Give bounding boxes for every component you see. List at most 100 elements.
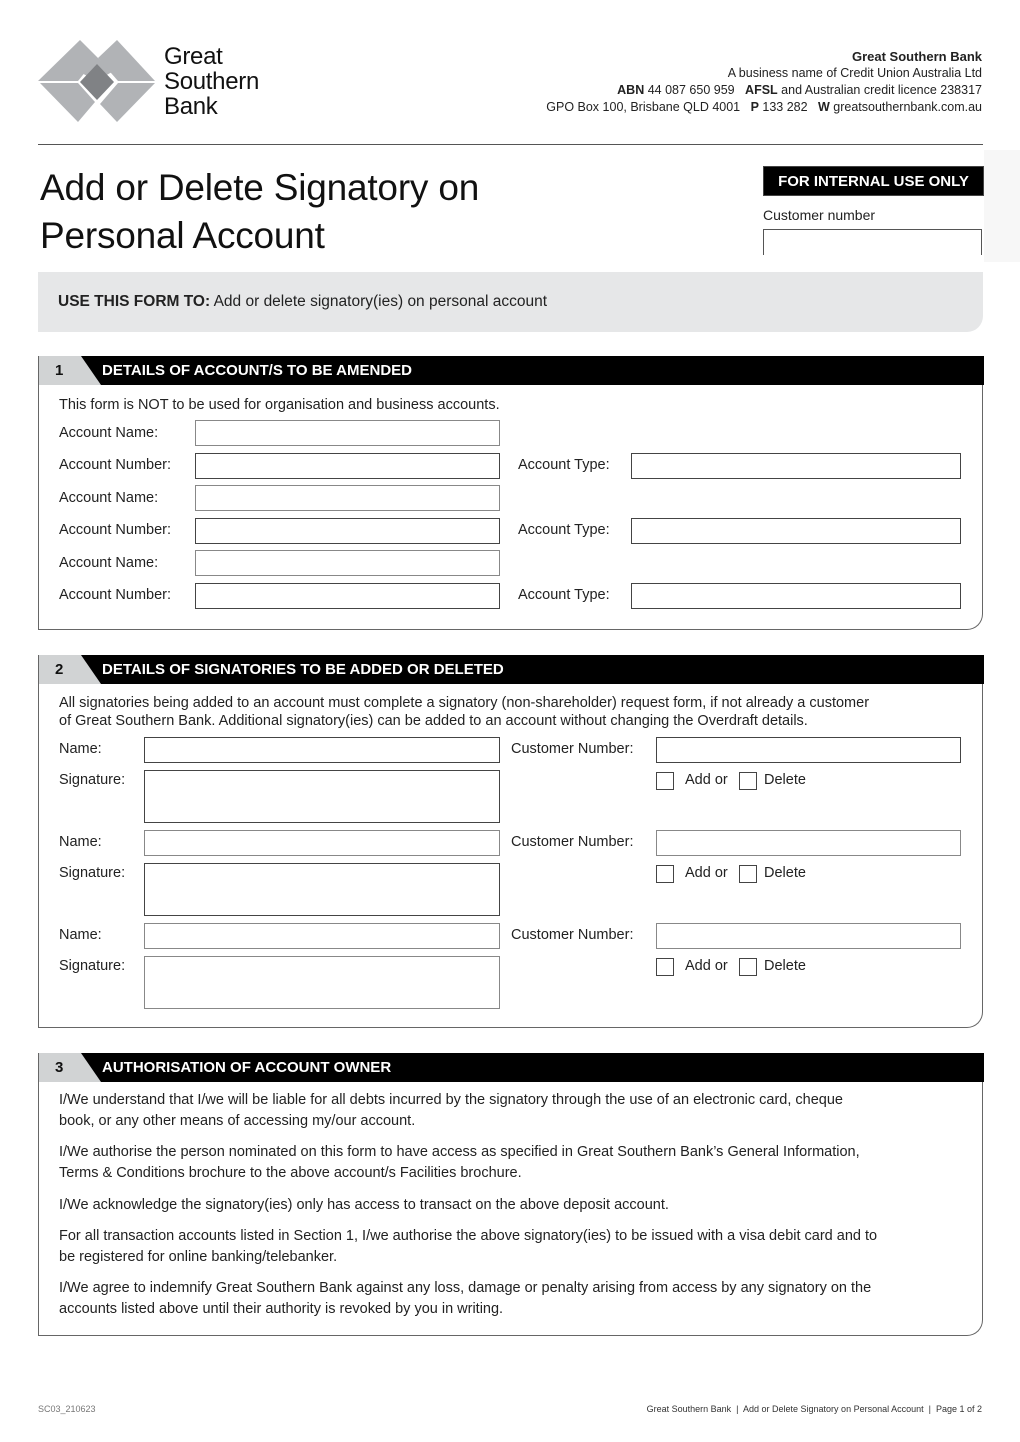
customer-number-label: Customer Number: [511, 741, 634, 757]
internal-use-badge: FOR INTERNAL USE ONLY [763, 166, 984, 196]
add-label: Add or [685, 865, 728, 881]
signatory-1-signature-box[interactable] [144, 770, 500, 823]
delete-label: Delete [764, 958, 806, 974]
section-2-title: DETAILS OF SIGNATORIES TO BE ADDED OR DE… [102, 661, 504, 678]
section-1-header: 1 DETAILS OF ACCOUNT/S TO BE AMENDED [39, 356, 984, 385]
signatory-2-signature-box[interactable] [144, 863, 500, 916]
section-2-number: 2 [55, 661, 64, 678]
form-code: SC03_210623 [38, 1404, 96, 1414]
account-type-label: Account Type: [518, 457, 610, 473]
title-line-1: Add or Delete Signatory on [40, 167, 480, 208]
section-2-note-line-1: All signatories being added to an accoun… [59, 695, 870, 711]
use-form-text: Add or delete signatory(ies) on personal… [210, 293, 548, 310]
signatory-1-delete-checkbox[interactable] [739, 772, 757, 790]
account-number-label: Account Number: [59, 522, 172, 538]
account-3-name-field[interactable] [195, 550, 500, 576]
account-number-label: Account Number: [59, 587, 172, 603]
page-title: Add or Delete Signatory on Personal Acco… [40, 164, 479, 260]
signatory-2-name-field[interactable] [144, 830, 500, 856]
section-3-authorisation: 3 AUTHORISATION OF ACCOUNT OWNER I/We un… [38, 1053, 984, 1336]
logo-wordmark: Great Southern Bank [164, 44, 259, 119]
section-3-number: 3 [55, 1059, 64, 1076]
delete-label: Delete [764, 865, 806, 881]
account-1-name-field[interactable] [195, 420, 500, 446]
signature-label: Signature: [59, 958, 126, 974]
section-1-accounts: 1 DETAILS OF ACCOUNT/S TO BE AMENDED Thi… [38, 356, 984, 630]
signatory-3-signature-box[interactable] [144, 956, 500, 1009]
account-1-number-field[interactable] [195, 453, 500, 479]
signatory-3-customer-number-field[interactable] [656, 923, 961, 949]
internal-customer-number-label: Customer number [763, 207, 876, 223]
signatory-1-name-field[interactable] [144, 737, 500, 763]
logo-line-1: Great [164, 43, 223, 70]
signatory-2-add-checkbox[interactable] [656, 865, 674, 883]
org-address: GPO Box 100, Brisbane QLD 4001 [546, 100, 741, 114]
authorisation-paragraph: I/We acknowledge the signatory(ies) only… [59, 1195, 959, 1216]
paragraph-line: accounts listed above until their author… [59, 1301, 504, 1317]
customer-number-label: Customer Number: [511, 927, 634, 943]
signatory-3-delete-checkbox[interactable] [739, 958, 757, 976]
org-business-name: A business name of Credit Union Australi… [727, 66, 982, 80]
account-2-number-field[interactable] [195, 518, 500, 544]
org-details: Great Southern Bank A business name of C… [546, 48, 982, 116]
authorisation-paragraph: For all transaction accounts listed in S… [59, 1226, 959, 1268]
web-label: W [818, 100, 830, 114]
paragraph-line: I/We agree to indemnify Great Southern B… [59, 1280, 872, 1296]
page-footer: Great Southern Bank | Add or Delete Sign… [646, 1404, 982, 1414]
internal-panel-shade [984, 150, 1020, 262]
account-name-label: Account Name: [59, 425, 159, 441]
org-contact-line: GPO Box 100, Brisbane QLD 4001 P 133 282… [546, 99, 982, 116]
signatory-name-label: Name: [59, 927, 102, 943]
signatory-3-add-checkbox[interactable] [656, 958, 674, 976]
section-3-title: AUTHORISATION OF ACCOUNT OWNER [102, 1059, 392, 1076]
section-1-number-tab: 1 [39, 356, 101, 385]
paragraph-line: be registered for online banking/teleban… [59, 1249, 338, 1265]
account-2-name-field[interactable] [195, 485, 500, 511]
abn-value: 44 087 650 959 [644, 83, 735, 97]
paragraph-line: For all transaction accounts listed in S… [59, 1228, 878, 1244]
org-licence-line: ABN 44 087 650 959 AFSL and Australian c… [546, 82, 982, 99]
title-line-2: Personal Account [40, 215, 325, 256]
org-name: Great Southern Bank [851, 49, 982, 64]
account-1-type-field[interactable] [631, 453, 961, 479]
signatory-name-label: Name: [59, 741, 102, 757]
account-2-type-field[interactable] [631, 518, 961, 544]
section-1-title: DETAILS OF ACCOUNT/S TO BE AMENDED [102, 362, 413, 379]
paragraph-line: Terms & Conditions brochure to the above… [59, 1165, 522, 1181]
section-3-number-tab: 3 [39, 1053, 101, 1082]
account-name-label: Account Name: [59, 490, 159, 506]
afsl-label: AFSL [745, 83, 778, 97]
account-type-label: Account Type: [518, 587, 610, 603]
signature-label: Signature: [59, 772, 126, 788]
use-form-label: USE THIS FORM TO: [58, 293, 211, 310]
signature-label: Signature: [59, 865, 126, 881]
header-divider [38, 144, 983, 145]
authorisation-paragraph: I/We agree to indemnify Great Southern B… [59, 1278, 959, 1320]
signatory-1-customer-number-field[interactable] [656, 737, 961, 763]
add-label: Add or [685, 772, 728, 788]
signatory-3-name-field[interactable] [144, 923, 500, 949]
signatory-name-label: Name: [59, 834, 102, 850]
use-form-banner: USE THIS FORM TO: Add or delete signator… [38, 272, 983, 332]
account-type-label: Account Type: [518, 522, 610, 538]
logo-line-3: Bank [164, 93, 218, 120]
account-number-label: Account Number: [59, 457, 172, 473]
diamond-logo-icon [38, 40, 155, 122]
signatory-2-customer-number-field[interactable] [656, 830, 961, 856]
section-1-number: 1 [55, 362, 64, 379]
authorisation-paragraph: I/We authorise the person nominated on t… [59, 1142, 959, 1184]
web-value: greatsouthernbank.com.au [829, 100, 982, 114]
internal-customer-number-field[interactable] [763, 229, 982, 255]
section-2-number-tab: 2 [39, 655, 101, 684]
account-3-number-field[interactable] [195, 583, 500, 609]
paragraph-line: book, or any other means of accessing my… [59, 1113, 416, 1129]
signatory-1-add-checkbox[interactable] [656, 772, 674, 790]
authorisation-paragraph: I/We understand that I/we will be liable… [59, 1090, 959, 1132]
abn-label: ABN [617, 83, 645, 97]
account-3-type-field[interactable] [631, 583, 961, 609]
phone-label: P [750, 100, 759, 114]
section-3-header: 3 AUTHORISATION OF ACCOUNT OWNER [39, 1053, 984, 1082]
paragraph-line: I/We acknowledge the signatory(ies) only… [59, 1197, 669, 1213]
signatory-2-delete-checkbox[interactable] [739, 865, 757, 883]
paragraph-line: I/We understand that I/we will be liable… [59, 1092, 843, 1108]
